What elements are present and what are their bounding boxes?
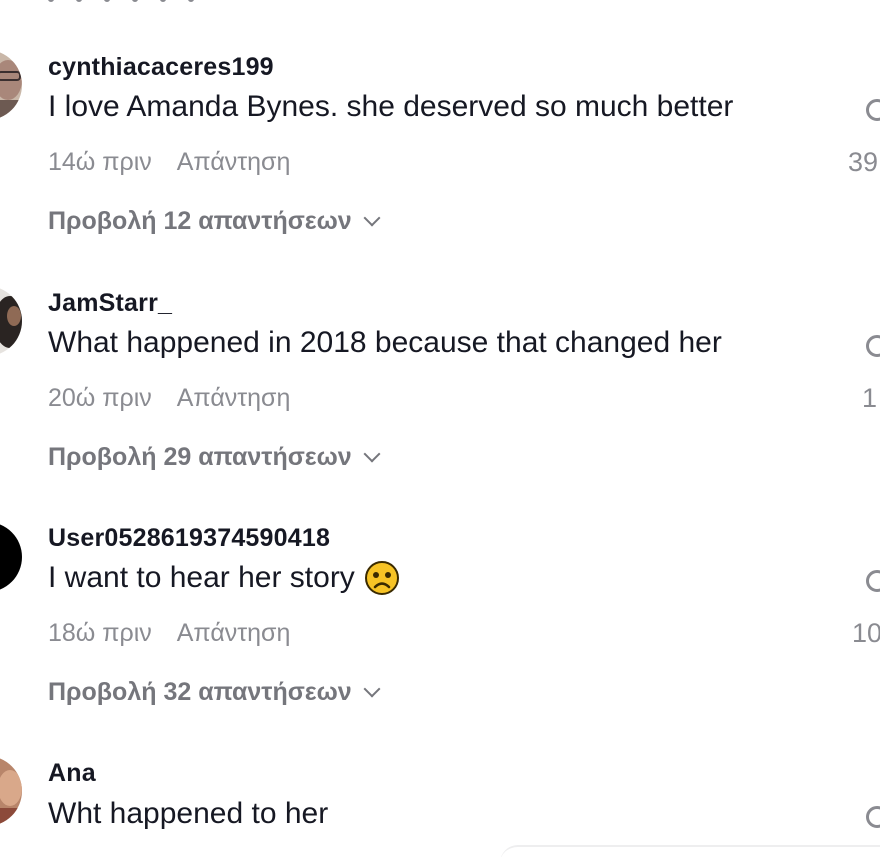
comment-text-content: What happened in 2018 because that chang… [48,326,722,359]
comment-time: 18ώ πριν [48,619,152,647]
chevron-down-icon [363,445,381,462]
view-replies-button[interactable]: Προβολή 12 απαντήσεων [48,207,381,236]
reply-button[interactable]: Απάντηση [177,619,291,647]
avatar[interactable] [0,756,22,826]
like-count: 39 [848,147,879,177]
comment-input-bar-edge [500,845,880,857]
reply-button[interactable]: Απάντηση [177,148,291,176]
comment-text: I want to hear her story [48,561,399,595]
comment-text: What happened in 2018 because that chang… [48,326,722,360]
view-replies-button[interactable]: Προβολή 29 απαντήσεων [48,443,381,472]
comment-username[interactable]: Ana [48,759,96,788]
chevron-down-icon [363,680,381,697]
comment-username[interactable]: User0528619374590418 [48,524,330,553]
chevron-down-icon [363,209,381,226]
sad-face-emoji-icon [364,561,399,595]
comment-text-content: Wht happened to her [48,797,329,830]
heart-outline-icon[interactable] [866,806,880,828]
comment-text: I love Amanda Bynes. she deserved so muc… [48,90,733,124]
like-count: 10 [852,618,880,648]
avatar[interactable] [0,286,22,356]
comment-meta: 18ώ πριν Απάντηση [48,619,290,648]
comments-panel: cynthiacaceres199 I love Amanda Bynes. s… [0,0,880,857]
heart-outline-icon[interactable] [866,335,880,357]
view-replies-label: Προβολή 12 απαντήσεων [48,207,352,235]
comment-time: 14ώ πριν [48,148,152,176]
view-replies-label: Προβολή 32 απαντήσεων [48,678,352,706]
previous-comment-cutoff [48,0,348,6]
avatar[interactable] [0,522,22,592]
comment-username[interactable]: cynthiacaceres199 [48,53,274,82]
avatar[interactable] [0,50,22,120]
view-replies-button[interactable]: Προβολή 32 απαντήσεων [48,678,381,707]
heart-outline-icon[interactable] [866,99,880,121]
reply-button[interactable]: Απάντηση [177,384,291,412]
view-replies-label: Προβολή 29 απαντήσεων [48,443,352,471]
heart-outline-icon[interactable] [866,570,880,592]
comment-time: 20ώ πριν [48,384,152,412]
comment-meta: 20ώ πριν Απάντηση [48,384,290,413]
comment-text-content: I want to hear her story [48,561,355,594]
comment-meta: 14ώ πριν Απάντηση [48,148,290,177]
like-count: 1 [862,383,878,413]
comment-username[interactable]: JamStarr_ [48,289,172,318]
comment-text: Wht happened to her [48,797,328,831]
comment-text-content: I love Amanda Bynes. she deserved so muc… [48,90,734,123]
